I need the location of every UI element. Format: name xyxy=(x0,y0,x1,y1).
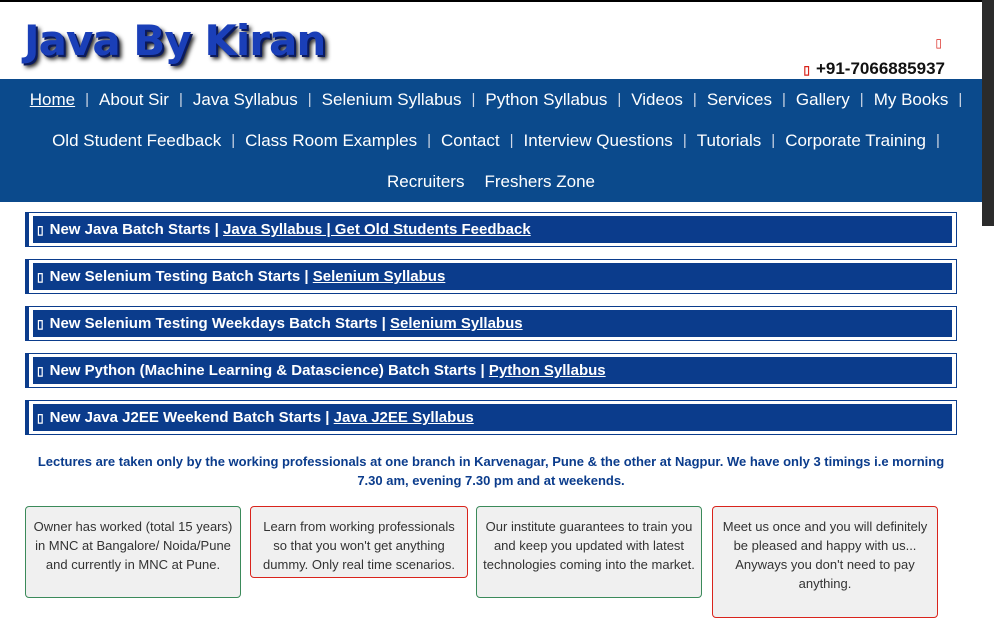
checkbox-icon: ▯ xyxy=(37,222,44,237)
card-text: Learn from working professionals so that… xyxy=(263,519,455,572)
nav-videos[interactable]: Videos xyxy=(621,90,693,110)
card-text-2: Anyways you don't need to pay anything. xyxy=(735,557,915,591)
checkbox-icon: ▯ xyxy=(37,363,44,378)
nav-gallery[interactable]: Gallery xyxy=(786,90,860,110)
banner-bar: ▯ New Selenium Testing Batch Starts | Sel… xyxy=(33,263,952,290)
nav-interview-questions[interactable]: Interview Questions xyxy=(514,131,683,151)
banner-link[interactable]: Java Syllabus | Get Old Students Feedbac… xyxy=(223,221,531,238)
banner-text: New Python (Machine Learning & Datascien… xyxy=(49,362,489,379)
batch-banners: ▯ New Java Batch Starts | Java Syllabus |… xyxy=(25,212,957,447)
banner-j2ee-batch: ▯ New Java J2EE Weekend Batch Starts | Ja… xyxy=(25,400,957,435)
phone-icon: ▯ xyxy=(803,63,810,77)
nav-corporate-training[interactable]: Corporate Training xyxy=(775,131,936,151)
phone-contact[interactable]: ▯ +91-7066885937 xyxy=(803,59,945,79)
nav-my-books[interactable]: My Books xyxy=(864,90,959,110)
banner-text: New Selenium Testing Weekdays Batch Star… xyxy=(49,315,391,332)
banner-bar: ▯ New Java Batch Starts | Java Syllabus |… xyxy=(33,216,952,243)
nav-freshers-zone[interactable]: Freshers Zone xyxy=(474,172,605,192)
nav-separator: | xyxy=(958,91,963,108)
card-text: Our institute guarantees to train you an… xyxy=(483,519,695,572)
lectures-notice: Lectures are taken only by the working p… xyxy=(37,454,945,488)
nav-row-2: Old Student Feedback | Class Room Example… xyxy=(0,120,982,161)
scrollbar[interactable] xyxy=(982,0,994,226)
header: Java By Kiran ▯ ▯ +91-7066885937 xyxy=(0,2,982,79)
nav-class-room-examples[interactable]: Class Room Examples xyxy=(235,131,427,151)
site-logo[interactable]: Java By Kiran xyxy=(24,16,326,65)
checkbox-icon: ▯ xyxy=(37,316,44,331)
banner-selenium-batch: ▯ New Selenium Testing Batch Starts | Sel… xyxy=(25,259,957,294)
nav-row-1: Home | About Sir | Java Syllabus | Selenium… xyxy=(0,79,982,120)
nav-python-syllabus[interactable]: Python Syllabus xyxy=(475,90,617,110)
nav-about-sir[interactable]: About Sir xyxy=(89,90,179,110)
card-text: Owner has worked (total 15 years) in MNC… xyxy=(33,519,233,572)
banner-link[interactable]: Selenium Syllabus xyxy=(313,268,446,285)
nav-tutorials[interactable]: Tutorials xyxy=(687,131,772,151)
nav-contact[interactable]: Contact xyxy=(431,131,510,151)
card-institute-guarantee: Our institute guarantees to train you an… xyxy=(476,506,702,598)
banner-text: New Selenium Testing Batch Starts | xyxy=(49,268,313,285)
phone-number: +91-7066885937 xyxy=(815,59,945,78)
nav-java-syllabus[interactable]: Java Syllabus xyxy=(183,90,308,110)
nav-row-3: Recruiters Freshers Zone xyxy=(0,161,982,202)
nav-home[interactable]: Home xyxy=(20,90,85,110)
main-nav: Home | About Sir | Java Syllabus | Selenium… xyxy=(0,79,982,202)
banner-text: New Java Batch Starts | xyxy=(49,221,224,238)
banner-text: New Java J2EE Weekend Batch Starts | xyxy=(49,409,334,426)
banner-bar: ▯ New Java J2EE Weekend Batch Starts | Ja… xyxy=(33,404,952,431)
checkbox-icon: ▯ xyxy=(37,410,44,425)
email-icon[interactable]: ▯ xyxy=(935,36,942,50)
banner-bar: ▯ New Python (Machine Learning & Datascie… xyxy=(33,357,952,384)
banner-link[interactable]: Python Syllabus xyxy=(489,362,606,379)
card-meet-us: Meet us once and you will definitely be … xyxy=(712,506,938,618)
nav-old-student-feedback[interactable]: Old Student Feedback xyxy=(42,131,231,151)
banner-link[interactable]: Selenium Syllabus xyxy=(390,315,523,332)
banner-bar: ▯ New Selenium Testing Weekdays Batch Sta… xyxy=(33,310,952,337)
card-owner-experience: Owner has worked (total 15 years) in MNC… xyxy=(25,506,241,598)
card-text: Meet us once and you will definitely be … xyxy=(722,519,928,553)
banner-selenium-weekdays-batch: ▯ New Selenium Testing Weekdays Batch Sta… xyxy=(25,306,957,341)
card-working-professionals: Learn from working professionals so that… xyxy=(250,506,468,578)
banner-java-batch: ▯ New Java Batch Starts | Java Syllabus |… xyxy=(25,212,957,247)
checkbox-icon: ▯ xyxy=(37,269,44,284)
nav-separator: | xyxy=(936,132,940,149)
nav-services[interactable]: Services xyxy=(697,90,782,110)
banner-link[interactable]: Java J2EE Syllabus xyxy=(334,409,474,426)
nav-selenium-syllabus[interactable]: Selenium Syllabus xyxy=(312,90,472,110)
banner-python-batch: ▯ New Python (Machine Learning & Datascie… xyxy=(25,353,957,388)
nav-recruiters[interactable]: Recruiters xyxy=(377,172,474,192)
